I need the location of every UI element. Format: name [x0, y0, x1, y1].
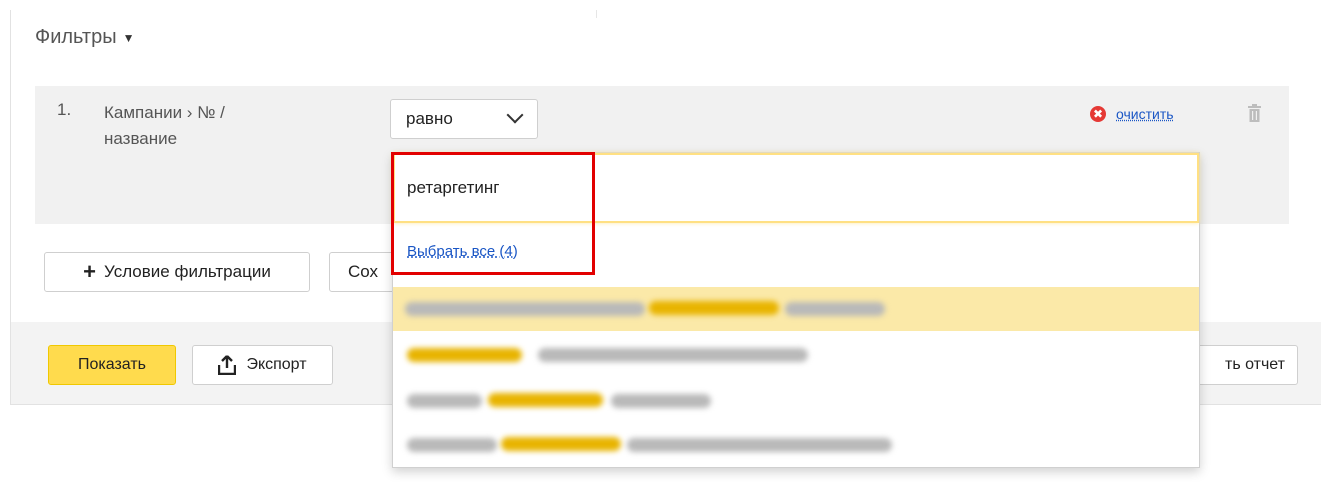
clear-link[interactable]: очистить: [1116, 106, 1174, 122]
blurred-text: [785, 302, 885, 316]
condition-field-line: Кампании › № /: [104, 103, 225, 122]
blurred-text: [611, 394, 711, 408]
blurred-text: [488, 393, 603, 407]
export-button[interactable]: Экспорт: [192, 345, 333, 385]
plus-icon: +: [83, 259, 97, 284]
clear-circle-icon: ✖: [1090, 106, 1106, 122]
report-filter-page: Фильтры ▼ 1. Кампании › № / название рав…: [0, 0, 1321, 482]
blurred-text: [407, 348, 522, 362]
export-label: Экспорт: [246, 356, 307, 373]
condition-number: 1.: [57, 100, 72, 119]
dropdown-option[interactable]: [393, 379, 1199, 423]
divider: [596, 10, 597, 18]
upload-icon: [218, 355, 237, 375]
blurred-text: [649, 301, 779, 315]
blurred-text: [627, 438, 892, 452]
save-filter-label: Сох: [348, 262, 379, 281]
campaign-dropdown: ретаргетинг Выбрать все (4): [392, 152, 1200, 468]
trash-icon[interactable]: [1248, 104, 1261, 122]
clear-condition[interactable]: ✖ очистить: [1090, 106, 1174, 122]
blurred-text: [405, 302, 645, 316]
condition-field: Кампании › № / название: [104, 100, 304, 152]
show-label: Показать: [77, 356, 146, 373]
blurred-text: [501, 437, 621, 451]
add-condition-label: Условие фильтрации: [104, 262, 271, 281]
blurred-text: [538, 348, 808, 362]
dropdown-option[interactable]: [393, 423, 1199, 467]
add-condition-button[interactable]: + Условие фильтрации: [44, 252, 310, 292]
chevron-down-icon: [506, 106, 524, 124]
blurred-text: [407, 394, 482, 408]
campaign-search-value: ретаргетинг: [407, 178, 500, 197]
condition-field-line: название: [104, 129, 178, 148]
select-all-link[interactable]: Выбрать все (4): [407, 243, 518, 260]
dropdown-option[interactable]: [393, 287, 1199, 331]
blurred-text: [407, 438, 497, 452]
operator-select[interactable]: равно: [390, 99, 538, 139]
filters-title: Фильтры: [35, 26, 117, 48]
dropdown-option[interactable]: [393, 333, 1199, 377]
filters-toggle[interactable]: Фильтры ▼: [35, 26, 134, 49]
show-button[interactable]: Показать: [48, 345, 176, 385]
operator-value: равно: [406, 109, 453, 128]
caret-down-icon: ▼: [122, 30, 135, 45]
campaign-search-input[interactable]: ретаргетинг: [393, 153, 1199, 223]
save-report-label: ть отчет: [1224, 356, 1285, 373]
